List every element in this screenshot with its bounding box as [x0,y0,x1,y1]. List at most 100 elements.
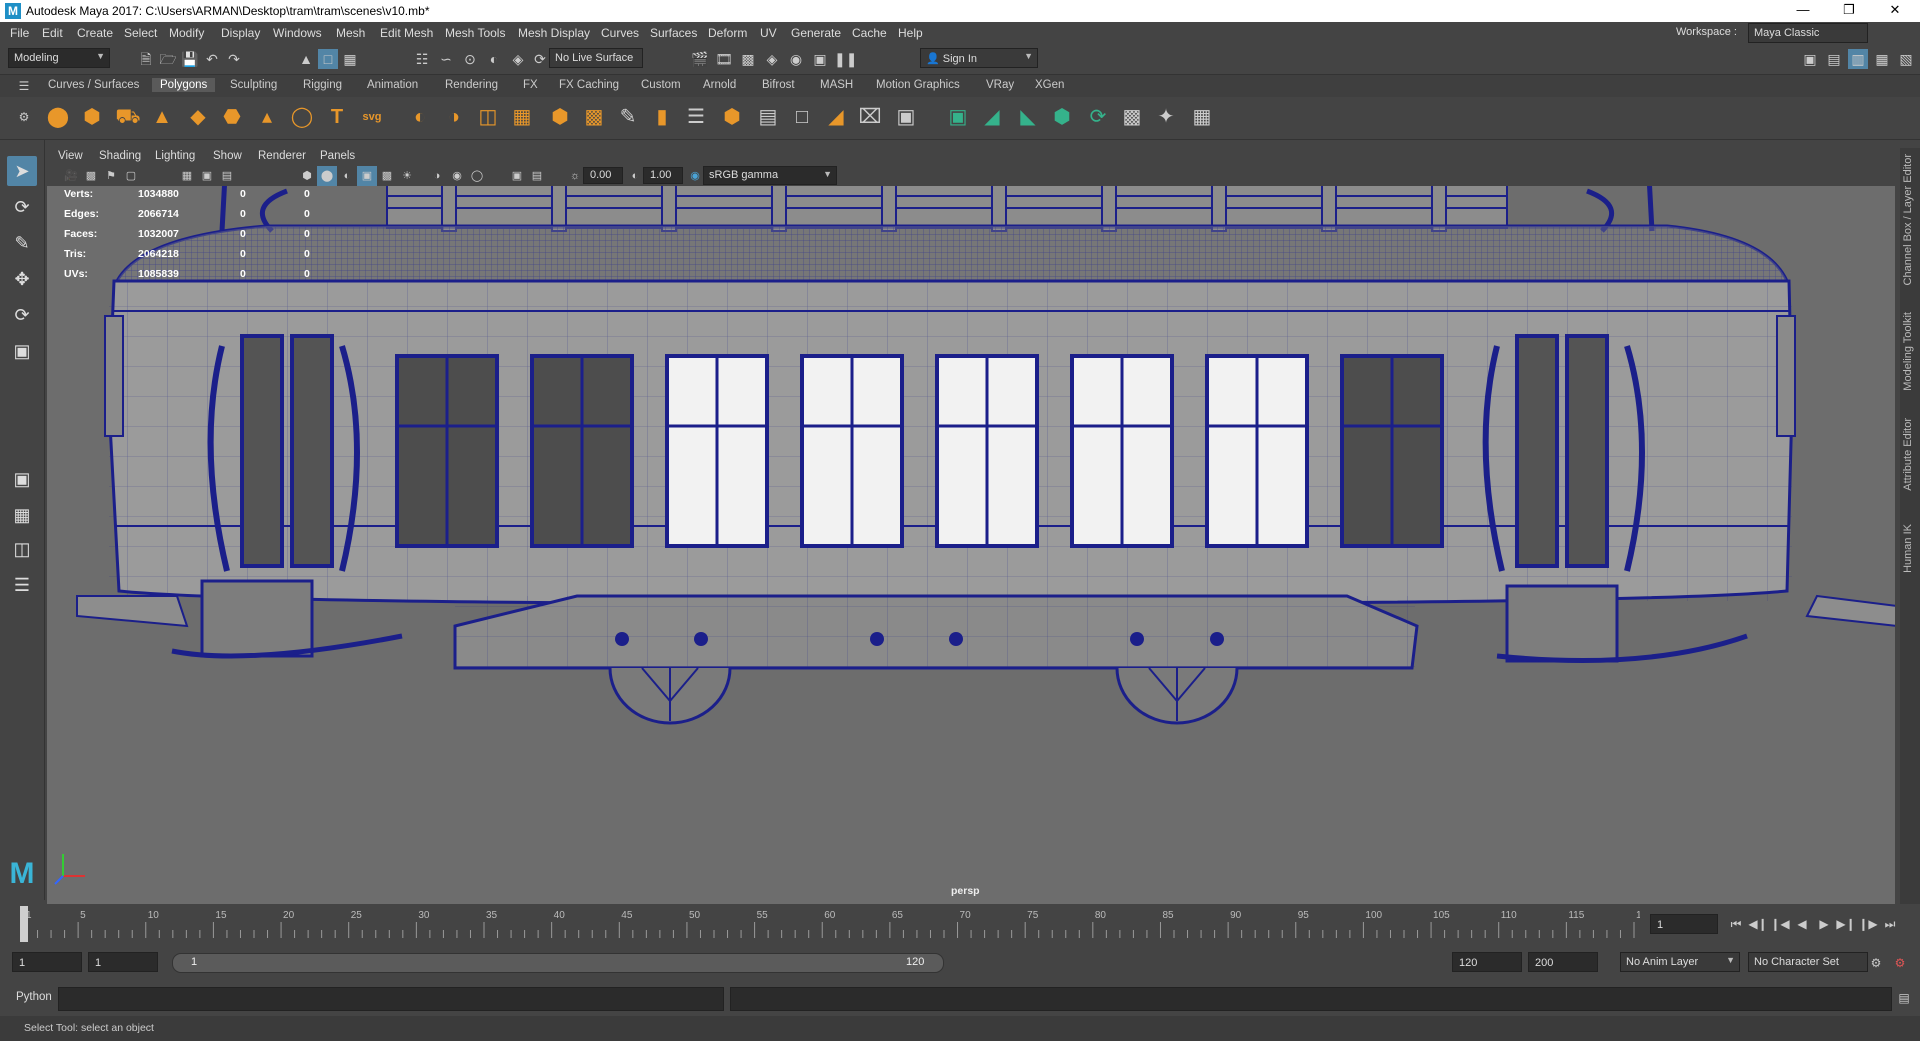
menu-surfaces[interactable]: Surfaces [650,26,697,40]
single-perspective-layout-icon[interactable]: ▣ [7,464,37,494]
menu-windows[interactable]: Windows [273,26,322,40]
resolution-gate-icon[interactable]: ▤ [217,166,237,186]
layout-uv-icon[interactable]: ▦ [1188,103,1216,131]
layout-5-icon[interactable]: ▧ [1896,49,1916,69]
default-material-icon[interactable]: ◐ [337,166,357,186]
bookmarks-icon[interactable]: ⚑ [101,166,121,186]
select-object-icon[interactable]: □ [318,49,338,69]
tab-fx[interactable]: FX [523,79,538,91]
smooth-icon[interactable]: ▦ [508,103,536,131]
wireframe-on-shaded-icon[interactable]: ▣ [357,166,377,186]
character-set-dropdown[interactable]: No Character Set [1748,952,1868,972]
insert-edge-loop-icon[interactable]: ▮ [648,103,676,131]
four-view-layout-icon[interactable]: ▦ [7,500,37,530]
poly-pyramid-icon[interactable]: ▴ [253,103,281,131]
animation-preferences-icon[interactable]: ⚙ [1890,953,1910,973]
layout-4-icon[interactable]: ▦ [1872,49,1892,69]
exposure-field[interactable]: 0.00 [583,167,623,184]
menu-mesh-tools[interactable]: Mesh Tools [445,26,505,40]
offset-edge-loop-icon[interactable]: ☰ [682,103,710,131]
tab-sculpting[interactable]: Sculpting [230,79,277,91]
step-forward-key-icon[interactable]: ▶❙ [1836,914,1856,934]
svg-icon[interactable]: svg [358,103,386,131]
tab-arnold[interactable]: Arnold [703,79,736,91]
uv-editor-icon[interactable]: ▣ [944,103,972,131]
tab-human-ik[interactable]: Human IK [1902,524,1914,573]
checker-map-icon[interactable]: ▩ [1118,103,1146,131]
paint-select-tool-icon[interactable]: ✎ [7,228,37,258]
use-all-lights-icon[interactable]: ☀ [397,166,417,186]
color-management-icon[interactable]: ◉ [685,166,705,186]
viewport-menu-renderer[interactable]: Renderer [258,150,306,162]
gamma-icon[interactable]: ◐ [625,166,645,186]
tab-fx-caching[interactable]: FX Caching [559,79,619,91]
poly-torus-icon[interactable]: ⬣ [218,103,246,131]
snap-view-icon[interactable]: ◐ [484,49,504,69]
menu-generate[interactable]: Generate [791,26,841,40]
viewport-menu-shading[interactable]: Shading [99,150,141,162]
menu-cache[interactable]: Cache [852,26,887,40]
workspace-dropdown[interactable]: Maya Classic [1748,23,1868,43]
exposure-icon[interactable]: ☼ [565,166,585,186]
make-live-icon[interactable]: ⟳ [530,49,550,69]
rotate-tool-icon[interactable]: ⟳ [7,300,37,330]
outliner-layout-icon[interactable]: ☰ [7,570,37,600]
camera-attributes-icon[interactable]: ▩ [81,166,101,186]
bridge-icon[interactable]: ▩ [580,103,608,131]
time-slider[interactable]: 1 5 10 15 20 25 30 35 40 45 50 55 60 65 70 75 80 85 90 95 10… [0,904,1920,944]
animation-end-field[interactable]: 200 [1528,952,1598,972]
render-sequence-icon[interactable]: 🎞 [714,49,734,69]
cylindrical-map-icon[interactable]: ◣ [1014,103,1042,131]
menu-uv[interactable]: UV [760,26,777,40]
script-language-label[interactable]: Python [16,991,52,1003]
anim-layer-dropdown[interactable]: No Anim Layer ▼ [1620,952,1740,972]
tab-rendering[interactable]: Rendering [445,79,498,91]
viewport-menu-lighting[interactable]: Lighting [155,150,195,162]
move-tool-icon[interactable]: ✥ [7,264,37,294]
undo-icon[interactable]: ↶ [202,49,222,69]
spherical-map-icon[interactable]: ⬢ [1048,103,1076,131]
extrude-icon[interactable]: ⬢ [546,103,574,131]
menu-edit-mesh[interactable]: Edit Mesh [380,26,433,40]
menu-select[interactable]: Select [124,26,157,40]
hypershade-icon[interactable]: ◉ [786,49,806,69]
poly-cube-icon[interactable]: ⬢ [78,103,106,131]
unfold-icon[interactable]: ✦ [1152,103,1180,131]
current-time-marker[interactable] [20,906,28,942]
tab-rigging[interactable]: Rigging [303,79,342,91]
textured-icon[interactable]: ▩ [377,166,397,186]
menu-help[interactable]: Help [898,26,923,40]
merge-icon[interactable]: ▤ [754,103,782,131]
shadows-icon[interactable]: ◑ [427,166,447,186]
planar-map-icon[interactable]: ◢ [978,103,1006,131]
tab-custom[interactable]: Custom [641,79,681,91]
animation-start-field[interactable]: 1 [12,952,82,972]
layout-3-icon[interactable]: ▥ [1848,49,1868,69]
viewport-menu-show[interactable]: Show [213,150,242,162]
auto-key-icon[interactable]: ⚙ [1866,953,1886,973]
save-scene-icon[interactable]: 💾 [180,49,200,69]
menu-display[interactable]: Display [221,26,260,40]
triangulate-icon[interactable]: ▣ [892,103,920,131]
target-weld-icon[interactable]: □ [788,103,816,131]
play-forwards-icon[interactable]: ▶ [1814,914,1834,934]
xray-icon[interactable]: ▤ [527,166,547,186]
tab-attribute-editor[interactable]: Attribute Editor [1902,418,1914,491]
select-component-icon[interactable]: ▦ [340,49,360,69]
multi-cut-icon[interactable]: ✎ [614,103,642,131]
menu-mesh-display[interactable]: Mesh Display [518,26,590,40]
ipr-render-icon[interactable]: ▩ [738,49,758,69]
automatic-map-icon[interactable]: ⟳ [1084,103,1112,131]
lasso-tool-icon[interactable]: ⟳ [7,192,37,222]
ambient-occlusion-icon[interactable]: ◉ [447,166,467,186]
grid-icon[interactable]: ▦ [177,166,197,186]
poly-sphere-icon[interactable]: ⬤ [44,103,72,131]
menu-set-dropdown[interactable]: Modeling ▼ [8,48,110,68]
fill-hole-icon[interactable]: ◢ [822,103,850,131]
poly-cone-icon[interactable]: ▲ [148,103,176,131]
scale-tool-icon[interactable]: ▣ [7,336,37,366]
smooth-shade-icon[interactable]: ⬤ [317,166,337,186]
shelf-settings-icon[interactable]: ⚙ [14,107,34,127]
menu-create[interactable]: Create [77,26,113,40]
film-gate-icon[interactable]: ▣ [197,166,217,186]
